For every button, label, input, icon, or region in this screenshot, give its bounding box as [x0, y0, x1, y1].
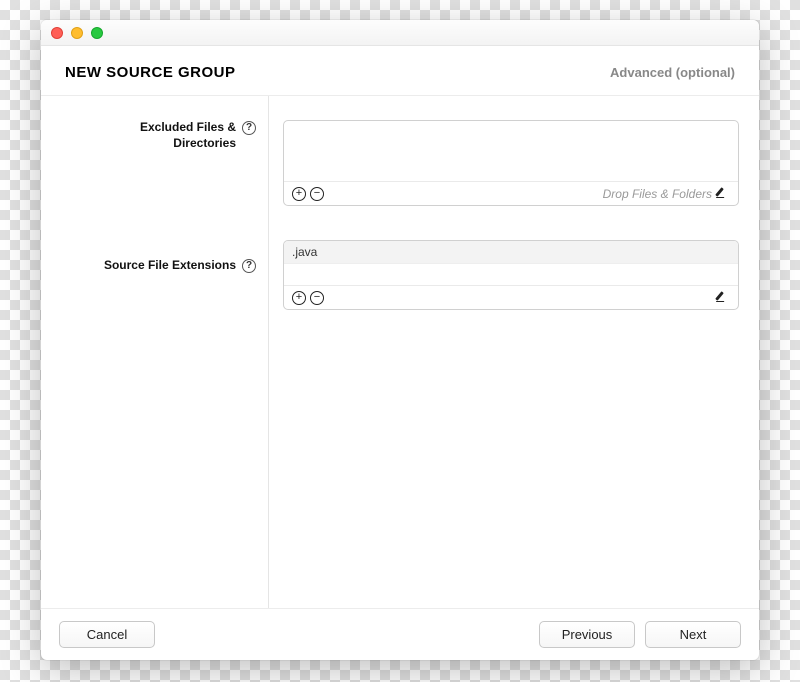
- extensions-list[interactable]: .java + −: [283, 240, 739, 310]
- help-icon[interactable]: ?: [242, 259, 256, 273]
- extensions-label: Source File Extensions ?: [41, 258, 256, 274]
- extensions-label-text: Source File Extensions: [104, 258, 236, 274]
- edit-icon[interactable]: [716, 291, 730, 305]
- minimize-window-button[interactable]: [71, 27, 83, 39]
- extensions-content[interactable]: .java: [284, 241, 738, 285]
- dialog-header: NEW SOURCE GROUP Advanced (optional): [41, 46, 759, 95]
- dialog-window: NEW SOURCE GROUP Advanced (optional) Exc…: [41, 20, 759, 660]
- extensions-list-footer: + −: [284, 285, 738, 309]
- close-window-button[interactable]: [51, 27, 63, 39]
- dialog-footer: Cancel Previous Next: [41, 608, 759, 660]
- cancel-button[interactable]: Cancel: [59, 621, 155, 648]
- add-button[interactable]: +: [292, 291, 306, 305]
- content-column: + − Drop Files & Folders .java + −: [269, 96, 759, 608]
- labels-column: Excluded Files & Directories ? Source Fi…: [41, 96, 269, 608]
- excluded-label-text: Excluded Files & Directories: [140, 120, 236, 151]
- excluded-files-content[interactable]: [284, 121, 738, 181]
- remove-button[interactable]: −: [310, 187, 324, 201]
- add-button[interactable]: +: [292, 187, 306, 201]
- titlebar: [41, 20, 759, 46]
- remove-button[interactable]: −: [310, 291, 324, 305]
- previous-button[interactable]: Previous: [539, 621, 635, 648]
- next-button[interactable]: Next: [645, 621, 741, 648]
- drop-hint: Drop Files & Folders: [603, 187, 712, 201]
- edit-icon[interactable]: [716, 187, 730, 201]
- excluded-label: Excluded Files & Directories ?: [41, 120, 256, 151]
- excluded-files-list[interactable]: + − Drop Files & Folders: [283, 120, 739, 206]
- advanced-toggle[interactable]: Advanced (optional): [610, 65, 735, 80]
- help-icon[interactable]: ?: [242, 121, 256, 135]
- page-title: NEW SOURCE GROUP: [65, 64, 236, 81]
- zoom-window-button[interactable]: [91, 27, 103, 39]
- list-item[interactable]: .java: [284, 241, 738, 264]
- excluded-list-footer: + − Drop Files & Folders: [284, 181, 738, 205]
- dialog-body: Excluded Files & Directories ? Source Fi…: [41, 95, 759, 608]
